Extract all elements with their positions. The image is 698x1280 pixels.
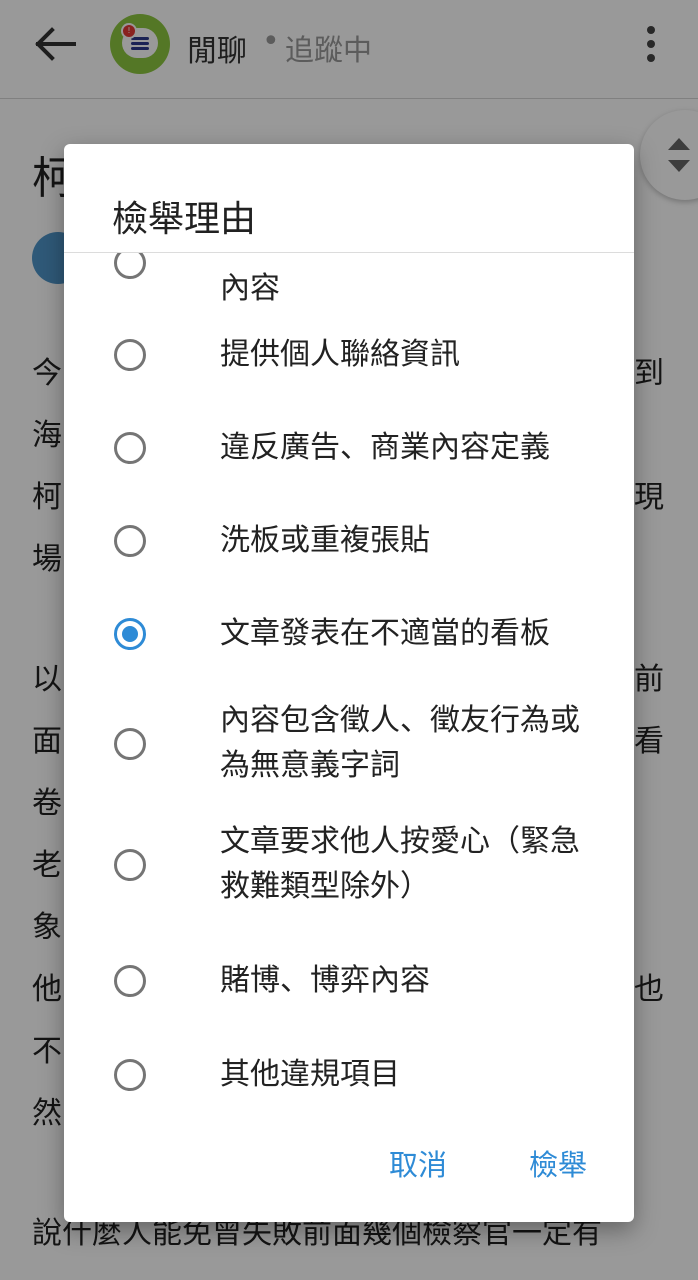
radio-button[interactable]: [114, 728, 146, 760]
radio-button[interactable]: [114, 253, 146, 279]
report-reason-dialog: 檢舉理由 . 內容 提供個人聯絡資訊 違反廣告、商業內容定義 洗板或重複張貼 文…: [64, 144, 634, 1222]
radio-button[interactable]: [114, 432, 146, 464]
cancel-button[interactable]: 取消: [389, 1142, 447, 1184]
radio-button[interactable]: [114, 849, 146, 881]
radio-button[interactable]: [114, 965, 146, 997]
report-option-label: 洗板或重複張貼: [220, 523, 430, 558]
radio-button[interactable]: [114, 1059, 146, 1091]
radio-button[interactable]: [114, 525, 146, 557]
report-option-label: 內容包含徵人、徵友行為或為無意義字詞: [220, 703, 580, 783]
radio-button-selected[interactable]: [114, 618, 146, 650]
report-option-label: 文章要求他人按愛心（緊急救難類型除外）: [220, 824, 580, 904]
report-option-label: 違反廣告、商業內容定義: [220, 430, 550, 465]
report-options-list[interactable]: . 內容 提供個人聯絡資訊 違反廣告、商業內容定義 洗板或重複張貼 文章發表在不…: [64, 253, 634, 1133]
report-option-label: 賭博、博弈內容: [220, 963, 430, 998]
dialog-actions: 取消 檢舉: [64, 1134, 634, 1204]
report-option-label: 文章發表在不適當的看板: [220, 616, 550, 651]
report-option-label: 其他違規項目: [220, 1057, 400, 1092]
report-submit-button[interactable]: 檢舉: [529, 1142, 587, 1184]
report-option-label: 提供個人聯絡資訊: [220, 337, 460, 372]
report-option-label: 內容: [220, 271, 280, 306]
dialog-title: 檢舉理由: [112, 199, 257, 240]
radio-button[interactable]: [114, 339, 146, 371]
